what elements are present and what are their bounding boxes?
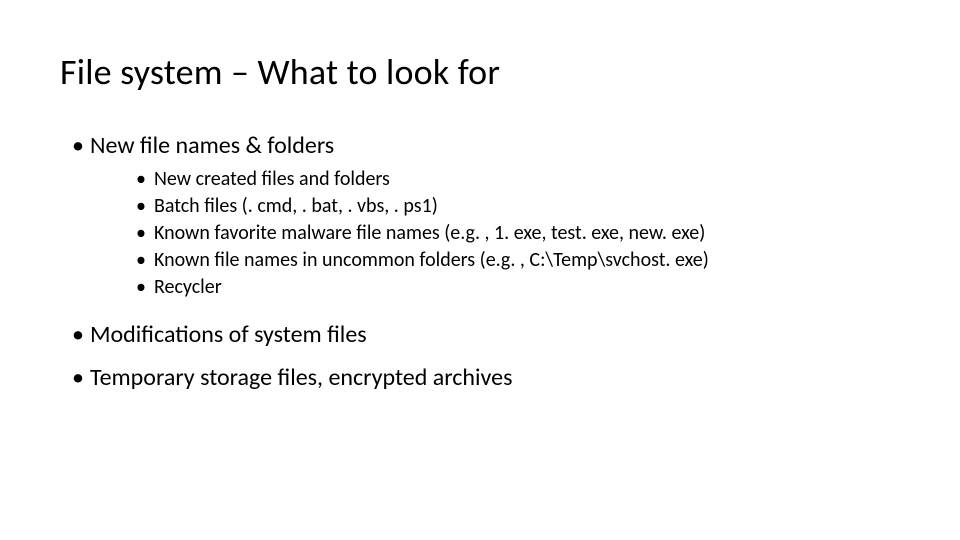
bullet-text: Modifications of system files: [90, 320, 367, 349]
sub-bullet-item: New created files and folders: [136, 166, 900, 193]
bullet-item: New file names & folders New created fil…: [72, 130, 900, 301]
sub-bullet-item: Known favorite malware file names (e.g. …: [136, 220, 900, 247]
sub-bullet-item: Recycler: [136, 274, 900, 301]
sub-bullet-list: New created files and folders Batch file…: [136, 166, 900, 301]
sub-bullet-item: Known file names in uncommon folders (e.…: [136, 247, 900, 274]
bullet-list: New file names & folders New created fil…: [72, 130, 900, 394]
bullet-text: New file names & folders: [90, 131, 334, 160]
bullet-item: Modifications of system files: [72, 319, 900, 351]
slide-title: File system – What to look for: [60, 50, 900, 94]
bullet-text: Temporary storage files, encrypted archi…: [90, 363, 512, 392]
bullet-item: Temporary storage files, encrypted archi…: [72, 362, 900, 394]
sub-bullet-item: Batch files (. cmd, . bat, . vbs, . ps1): [136, 193, 900, 220]
